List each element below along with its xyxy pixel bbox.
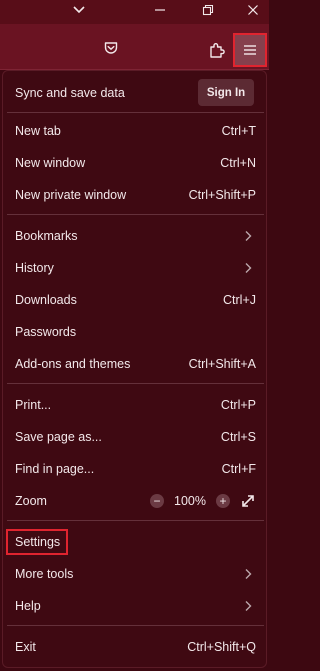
zoom-in-button[interactable]: +	[216, 494, 230, 508]
pocket-button[interactable]	[98, 35, 124, 61]
chevron-right-icon	[240, 568, 256, 580]
shortcut-label: Ctrl+N	[220, 156, 256, 170]
restore-button[interactable]	[192, 0, 224, 20]
menu-item-bookmarks[interactable]: Bookmarks	[7, 221, 264, 251]
hamburger-icon	[244, 45, 256, 55]
separator	[7, 520, 264, 521]
extensions-button[interactable]	[204, 37, 230, 63]
minimize-button[interactable]	[144, 0, 176, 20]
separator	[7, 214, 264, 215]
menu-item-label: Save page as...	[15, 430, 102, 444]
app-menu-panel: Sync and save data Sign In New tab Ctrl+…	[2, 70, 267, 668]
menu-item-label: Downloads	[15, 293, 77, 307]
zoom-controls: − 100% +	[150, 493, 256, 509]
chevron-right-icon	[240, 230, 256, 242]
menu-item-label: Find in page...	[15, 462, 95, 476]
puzzle-icon	[210, 43, 225, 58]
separator	[7, 112, 264, 113]
menu-item-addons-themes[interactable]: Add-ons and themes Ctrl+Shift+A	[7, 349, 264, 379]
menu-item-more-tools[interactable]: More tools	[7, 559, 264, 589]
shortcut-label: Ctrl+Shift+A	[188, 357, 256, 371]
zoom-label: Zoom	[15, 494, 47, 508]
app-menu-button[interactable]	[233, 33, 267, 67]
menu-item-label: Exit	[15, 640, 36, 654]
zoom-reset-button[interactable]: 100%	[174, 494, 206, 508]
menu-item-new-window[interactable]: New window Ctrl+N	[7, 148, 264, 178]
close-icon	[248, 5, 258, 15]
menu-item-label: Passwords	[15, 325, 77, 339]
shortcut-label: Ctrl+J	[223, 293, 256, 307]
menu-item-label: Add-ons and themes	[15, 357, 131, 371]
shortcut-label: Ctrl+F	[221, 462, 256, 476]
chevron-right-icon	[240, 600, 256, 612]
separator	[7, 625, 264, 626]
menu-item-find-in-page[interactable]: Find in page... Ctrl+F	[7, 454, 264, 484]
menu-item-help[interactable]: Help	[7, 591, 264, 621]
shortcut-label: Ctrl+Shift+Q	[187, 640, 256, 654]
menu-item-label: Bookmarks	[15, 229, 78, 243]
minimize-icon	[155, 9, 165, 11]
shortcut-label: Ctrl+P	[220, 398, 256, 412]
separator	[7, 383, 264, 384]
menu-item-label: Print...	[15, 398, 52, 412]
sync-row: Sync and save data Sign In	[7, 74, 264, 111]
shortcut-label: Ctrl+Shift+P	[188, 188, 256, 202]
zoom-row: Zoom − 100% +	[7, 486, 264, 516]
settings-highlight-box	[6, 529, 68, 555]
menu-item-print[interactable]: Print... Ctrl+P	[7, 390, 264, 420]
menu-item-label: New private window	[15, 188, 127, 202]
menu-item-new-private-window[interactable]: New private window Ctrl+Shift+P	[7, 180, 264, 210]
title-bar	[0, 0, 269, 24]
menu-item-label: New tab	[15, 124, 61, 138]
menu-item-label: History	[15, 261, 54, 275]
menu-item-passwords[interactable]: Passwords	[7, 317, 264, 347]
shortcut-label: Ctrl+T	[221, 124, 256, 138]
menu-item-exit[interactable]: Exit Ctrl+Shift+Q	[7, 632, 264, 662]
chevron-down-icon	[73, 6, 85, 14]
tab-list-button[interactable]	[63, 0, 95, 20]
shortcut-label: Ctrl+S	[220, 430, 256, 444]
menu-item-label: New window	[15, 156, 86, 170]
menu-item-label: More tools	[15, 567, 74, 581]
restore-icon	[202, 4, 214, 16]
navigation-toolbar	[0, 24, 269, 70]
pocket-icon	[104, 42, 118, 54]
menu-item-history[interactable]: History	[7, 253, 264, 283]
menu-item-label: Help	[15, 599, 41, 613]
sign-in-button[interactable]: Sign In	[198, 79, 254, 106]
zoom-out-button[interactable]: −	[150, 494, 165, 508]
menu-item-downloads[interactable]: Downloads Ctrl+J	[7, 285, 264, 315]
chevron-right-icon	[240, 262, 256, 274]
menu-item-new-tab[interactable]: New tab Ctrl+T	[7, 116, 264, 146]
close-window-button[interactable]	[237, 0, 269, 20]
fullscreen-button[interactable]	[240, 493, 256, 509]
menu-item-save-page[interactable]: Save page as... Ctrl+S	[7, 422, 264, 452]
fullscreen-icon	[242, 495, 254, 507]
